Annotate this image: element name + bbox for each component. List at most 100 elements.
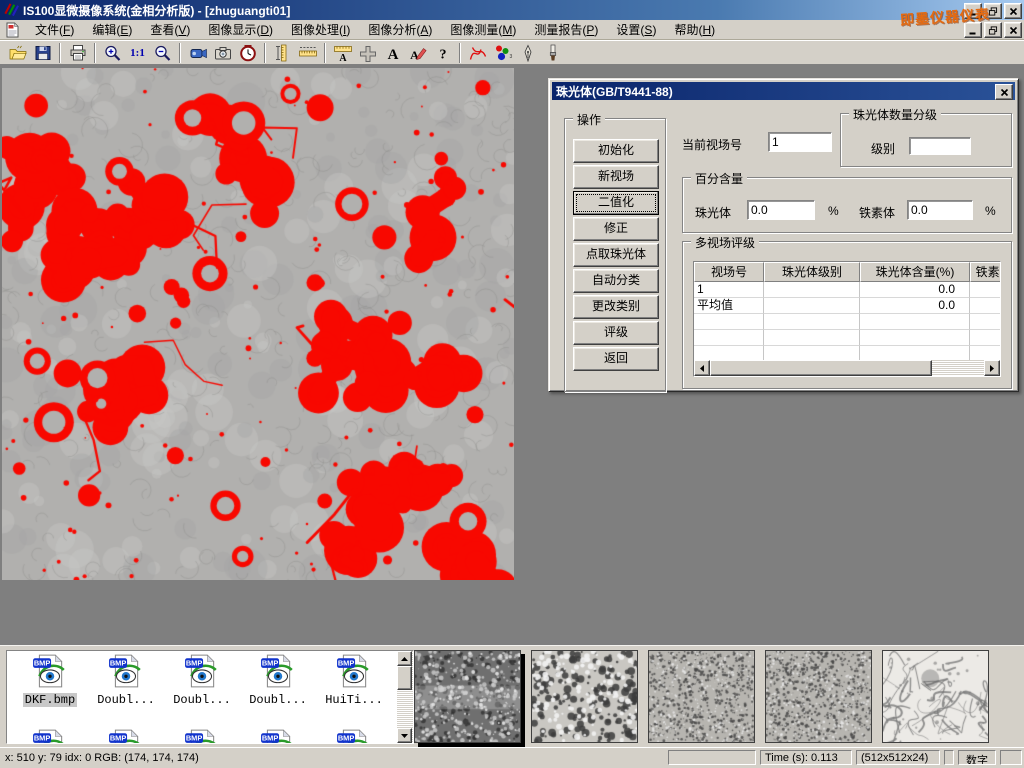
status-mode: 数字 bbox=[958, 750, 996, 765]
child-minimize-button[interactable] bbox=[964, 22, 982, 38]
close-button[interactable] bbox=[1004, 3, 1022, 19]
toolbar-button-zoom-in[interactable] bbox=[100, 42, 125, 64]
file-item[interactable]: BMPDoubl... bbox=[241, 654, 315, 707]
file-browser: BMPDKF.bmpBMPDoubl...BMPDoubl...BMPDoubl… bbox=[6, 650, 414, 744]
file-list-scrollbar[interactable] bbox=[397, 651, 413, 743]
toolbar-button-edit-text[interactable]: A bbox=[405, 42, 430, 64]
dialog-close-button[interactable] bbox=[995, 84, 1013, 100]
menu-item-p[interactable]: 测量报告(P) bbox=[525, 21, 607, 39]
menu-item-v[interactable]: 查看(V) bbox=[141, 21, 199, 39]
menu-item-i[interactable]: 图像处理(I) bbox=[282, 21, 359, 39]
toolbar-button-zoom-out[interactable] bbox=[150, 42, 175, 64]
menu-item-s[interactable]: 设置(S) bbox=[607, 21, 665, 39]
toolbar-button-ruler[interactable] bbox=[295, 42, 320, 64]
minimize-button[interactable] bbox=[964, 3, 982, 19]
bmp-file-icon: BMP bbox=[260, 729, 296, 744]
toolbar-button-classify-points[interactable]: 3 bbox=[490, 42, 515, 64]
toolbar-button-curve-tool[interactable] bbox=[465, 42, 490, 64]
grade-input[interactable] bbox=[909, 137, 971, 155]
thumbnail-canvas bbox=[649, 651, 754, 742]
file-item[interactable]: BMP bbox=[317, 729, 391, 744]
toolbar-button-video-camera[interactable] bbox=[185, 42, 210, 64]
toolbar-button-actual-size[interactable]: 1:1 bbox=[125, 42, 150, 64]
scroll-down-button[interactable] bbox=[397, 728, 412, 743]
file-item[interactable]: BMP bbox=[89, 729, 163, 744]
file-item[interactable]: BMPHuiTi... bbox=[317, 654, 391, 707]
image-thumbnail-3[interactable] bbox=[648, 650, 755, 743]
op-button-pick-pearlite[interactable]: 点取珠光体 bbox=[573, 243, 659, 267]
toolbar-button-pattern-grid[interactable] bbox=[355, 42, 380, 64]
scroll-left-button[interactable] bbox=[694, 360, 710, 376]
toolbar-button-print[interactable] bbox=[65, 42, 90, 64]
op-button-initialize[interactable]: 初始化 bbox=[573, 139, 659, 163]
toolbar-button-text[interactable]: A bbox=[380, 42, 405, 64]
svg-text:3: 3 bbox=[509, 54, 512, 60]
file-item[interactable]: BMP bbox=[241, 729, 315, 744]
document-icon bbox=[4, 22, 20, 38]
table-cell: 平均值 bbox=[694, 298, 764, 314]
workspace: 珠光体(GB/T9441-88) 操作 初始化新视场二值化修正点取珠光体自动分类… bbox=[0, 66, 1024, 645]
menu-item-e[interactable]: 编辑(E) bbox=[83, 21, 141, 39]
ferrite-input[interactable] bbox=[907, 200, 973, 220]
help-icon: ? bbox=[433, 44, 453, 62]
menu-item-f[interactable]: 文件(F) bbox=[26, 21, 83, 39]
thumbnail-canvas bbox=[532, 651, 637, 742]
save-icon bbox=[33, 44, 53, 62]
metallographic-image[interactable] bbox=[2, 68, 514, 580]
toolbar-button-camera[interactable] bbox=[210, 42, 235, 64]
child-restore-button[interactable] bbox=[984, 22, 1002, 38]
image-thumbnail-5[interactable] bbox=[882, 650, 989, 743]
table-row[interactable] bbox=[694, 330, 1000, 346]
toolbar-button-measure-text[interactable]: A bbox=[330, 42, 355, 64]
op-button-binarize[interactable]: 二值化 bbox=[573, 191, 659, 215]
bmp-file-icon: BMP bbox=[336, 729, 372, 744]
title-bar: IS100显微摄像系统(金相分析版) - [zhuguangti01] bbox=[0, 0, 1024, 20]
file-item[interactable]: BMP bbox=[13, 729, 87, 744]
table-row[interactable] bbox=[694, 314, 1000, 330]
toolbar-button-caliper[interactable] bbox=[270, 42, 295, 64]
op-button-correct[interactable]: 修正 bbox=[573, 217, 659, 241]
rating-table[interactable]: 视场号珠光体级别珠光体含量(%)铁素体含量(%) 10.0平均值0.0 bbox=[693, 261, 1001, 377]
file-item[interactable]: BMP bbox=[165, 729, 239, 744]
table-row[interactable]: 平均值0.0 bbox=[694, 298, 1000, 314]
menu-item-a[interactable]: 图像分析(A) bbox=[359, 21, 441, 39]
grading-group: 珠光体数量分级 级别 bbox=[840, 113, 1012, 167]
current-field-input[interactable] bbox=[768, 132, 832, 152]
file-item[interactable]: BMPDoubl... bbox=[89, 654, 163, 707]
menu-item-d[interactable]: 图像显示(D) bbox=[199, 21, 282, 39]
cursor-position-readout: x: 510 y: 79 idx: 0 RGB: (174, 174, 174) bbox=[5, 752, 199, 764]
image-thumbnail-2[interactable] bbox=[531, 650, 638, 743]
op-button-change-class[interactable]: 更改类别 bbox=[573, 295, 659, 319]
file-item[interactable]: BMPDoubl... bbox=[165, 654, 239, 707]
pearlite-input[interactable] bbox=[747, 200, 815, 220]
toolbar-button-save[interactable] bbox=[30, 42, 55, 64]
file-scroll-thumb[interactable] bbox=[397, 666, 412, 690]
menu-item-m[interactable]: 图像测量(M) bbox=[441, 21, 525, 39]
table-horizontal-scrollbar[interactable] bbox=[694, 360, 1000, 376]
op-button-new-field[interactable]: 新视场 bbox=[573, 165, 659, 189]
file-item[interactable]: BMPDKF.bmp bbox=[13, 654, 87, 707]
op-button-grade[interactable]: 评级 bbox=[573, 321, 659, 345]
op-button-auto-classify[interactable]: 自动分类 bbox=[573, 269, 659, 293]
image-thumbnail-1[interactable] bbox=[414, 650, 521, 743]
toolbar-button-pen[interactable] bbox=[515, 42, 540, 64]
child-close-button[interactable] bbox=[1004, 22, 1022, 38]
menu-item-h[interactable]: 帮助(H) bbox=[665, 21, 724, 39]
table-row[interactable]: 10.0 bbox=[694, 282, 1000, 298]
rating-table-header: 视场号珠光体级别珠光体含量(%)铁素体含量(%) bbox=[694, 262, 1000, 282]
restore-button[interactable] bbox=[984, 3, 1002, 19]
scroll-thumb[interactable] bbox=[710, 360, 932, 376]
scroll-right-button[interactable] bbox=[984, 360, 1000, 376]
table-cell bbox=[970, 314, 1000, 330]
toolbar-separator bbox=[179, 43, 181, 63]
toolbar-button-clock[interactable] bbox=[235, 42, 260, 64]
image-thumbnail-4[interactable] bbox=[765, 650, 872, 743]
toolbar-button-brush[interactable] bbox=[540, 42, 565, 64]
bmp-file-icon: BMP bbox=[32, 729, 68, 744]
op-button-return[interactable]: 返回 bbox=[573, 347, 659, 371]
toolbar-button-open[interactable] bbox=[5, 42, 30, 64]
svg-text:?: ? bbox=[439, 47, 446, 62]
scroll-up-button[interactable] bbox=[397, 651, 412, 666]
toolbar-button-help[interactable]: ? bbox=[430, 42, 455, 64]
file-name: Doubl... bbox=[95, 693, 157, 707]
